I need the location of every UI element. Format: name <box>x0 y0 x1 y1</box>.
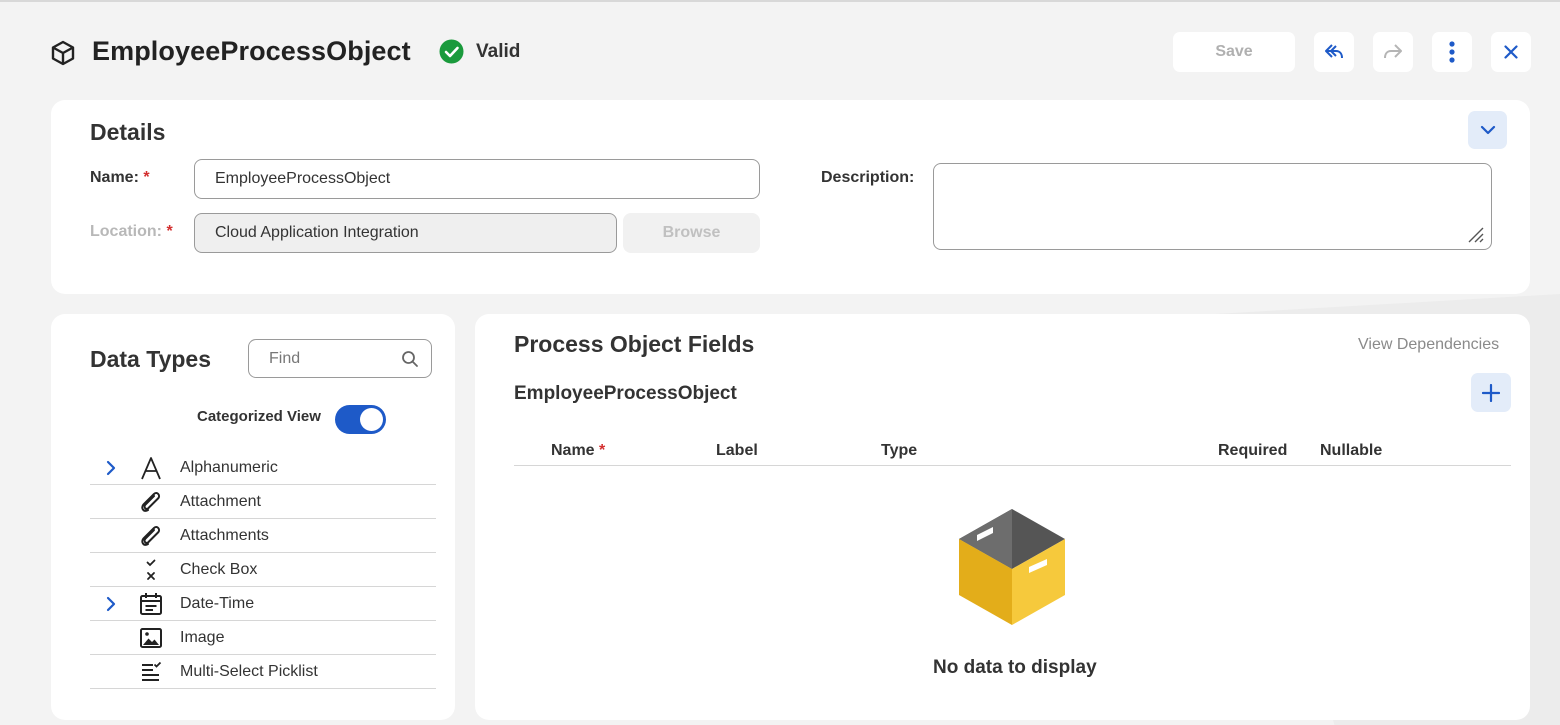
browse-button[interactable]: Browse <box>623 213 760 253</box>
data-type-row-attachments[interactable]: Attachments <box>90 519 436 553</box>
name-input[interactable] <box>194 159 760 199</box>
page-title: EmployeeProcessObject <box>92 36 411 66</box>
data-type-row-multi-select-picklist[interactable]: Multi-Select Picklist <box>90 655 436 689</box>
image-icon <box>140 628 162 648</box>
description-textarea[interactable] <box>933 163 1492 250</box>
location-field: Cloud Application Integration <box>194 213 617 253</box>
name-label: Name: * <box>90 169 150 186</box>
close-icon <box>1504 45 1518 59</box>
data-type-label: Image <box>180 629 225 646</box>
calendar-icon <box>140 593 162 615</box>
object-name-heading: EmployeeProcessObject <box>514 383 737 404</box>
column-header-nullable[interactable]: Nullable <box>1320 442 1382 460</box>
undo-button[interactable] <box>1314 32 1354 72</box>
close-button[interactable] <box>1491 32 1531 72</box>
find-field[interactable] <box>248 339 432 378</box>
data-type-label: Attachment <box>180 493 261 510</box>
paperclip-icon <box>141 526 161 546</box>
collapse-details-button[interactable] <box>1468 111 1507 149</box>
data-type-label: Attachments <box>180 527 269 544</box>
column-header-name[interactable]: Name * <box>551 442 605 460</box>
plus-icon <box>1482 383 1500 402</box>
empty-box-icon <box>959 509 1065 625</box>
fields-title: Process Object Fields <box>514 331 755 357</box>
data-type-row-check-box[interactable]: Check Box <box>90 553 436 587</box>
resize-grip-icon[interactable] <box>1465 224 1485 244</box>
checkbox-icon <box>146 559 156 580</box>
data-type-row-alphanumeric[interactable]: Alphanumeric <box>90 451 436 485</box>
categorized-view-label: Categorized View <box>197 408 321 425</box>
data-type-label: Date-Time <box>180 595 255 612</box>
chevron-right-icon[interactable] <box>102 459 120 477</box>
data-type-label: Alphanumeric <box>180 459 278 476</box>
undo-icon <box>1325 44 1343 59</box>
description-label: Description: <box>821 169 915 186</box>
redo-icon <box>1384 44 1402 59</box>
data-type-label: Check Box <box>180 561 258 578</box>
more-options-button[interactable] <box>1432 32 1472 72</box>
add-field-button[interactable] <box>1471 373 1511 412</box>
column-header-label[interactable]: Label <box>716 442 758 460</box>
process-object-cube-icon <box>51 40 75 66</box>
data-type-row-date-time[interactable]: Date-Time <box>90 587 436 621</box>
save-button[interactable]: Save <box>1173 32 1295 72</box>
valid-check-icon <box>439 39 464 64</box>
search-icon[interactable] <box>401 350 419 368</box>
column-header-type[interactable]: Type <box>881 442 917 460</box>
data-type-label: Multi-Select Picklist <box>180 663 318 680</box>
categorized-view-toggle[interactable] <box>335 405 386 434</box>
location-label: Location: * <box>90 223 173 240</box>
redo-button[interactable] <box>1373 32 1413 72</box>
data-type-row-attachment[interactable]: Attachment <box>90 485 436 519</box>
multi-select-icon <box>142 661 162 681</box>
data-types-title: Data Types <box>90 346 212 372</box>
chevron-down-icon <box>1480 125 1495 135</box>
kebab-menu-icon <box>1449 41 1455 63</box>
location-value: Cloud Application Integration <box>215 224 419 241</box>
data-type-row-image[interactable]: Image <box>90 621 436 655</box>
alphanumeric-icon <box>141 457 161 480</box>
toggle-knob <box>360 408 383 431</box>
view-dependencies-link[interactable]: View Dependencies <box>1358 336 1499 354</box>
chevron-right-icon[interactable] <box>102 595 120 613</box>
details-title: Details <box>90 119 166 145</box>
empty-state-message: No data to display <box>933 657 1097 678</box>
status-badge: Valid <box>476 41 521 62</box>
paperclip-icon <box>141 492 161 512</box>
column-header-required[interactable]: Required <box>1218 442 1287 460</box>
find-input[interactable] <box>269 349 389 368</box>
table-header-divider <box>514 465 1511 466</box>
